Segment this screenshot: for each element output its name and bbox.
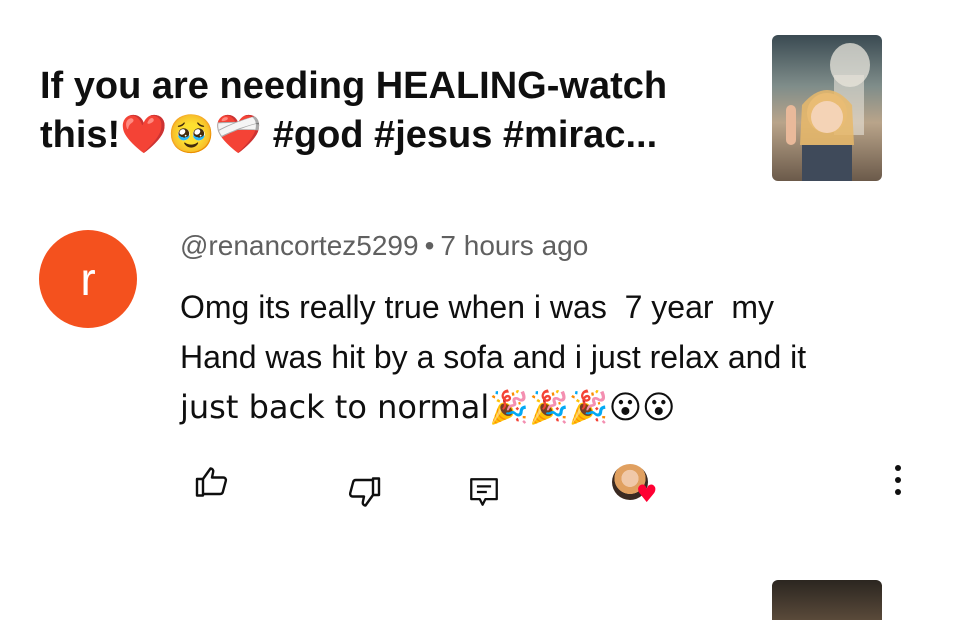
- comment-meta: @renancortez5299 • 7 hours ago: [180, 230, 588, 262]
- meta-separator: •: [424, 230, 435, 261]
- comment-time[interactable]: 7 hours ago: [440, 230, 588, 261]
- video-title[interactable]: If you are needing HEALING-watch this!❤️…: [40, 62, 740, 159]
- avatar[interactable]: r: [39, 230, 137, 328]
- creator-heart: ♥: [612, 464, 662, 508]
- comment-author[interactable]: @renancortez5299: [180, 230, 419, 261]
- thumbs-down-icon: [348, 477, 381, 507]
- more-vertical-icon: [895, 465, 901, 495]
- video-title-emojis: ❤️🥹❤️‍🩹: [120, 112, 263, 156]
- avatar-letter: r: [80, 253, 96, 305]
- thumbs-up-icon: [195, 467, 228, 497]
- reply-button[interactable]: [462, 470, 506, 514]
- comment-text: Omg its really true when i was 7 year my…: [180, 282, 900, 432]
- next-video-thumbnail[interactable]: [772, 580, 882, 620]
- video-title-line2-suffix: #god #jesus #mirac...: [262, 114, 658, 156]
- comment-line-1: Omg its really true when i was 7 year my: [180, 289, 774, 325]
- comment-line-3: just back to normal🎉🎉🎉😮😮: [180, 388, 676, 426]
- reply-icon: [470, 478, 498, 506]
- video-title-line1: If you are needing HEALING-watch: [40, 65, 668, 107]
- more-options-button[interactable]: [880, 458, 916, 502]
- comment-line-2: Hand was hit by a sofa and i just relax …: [180, 339, 807, 375]
- video-thumbnail[interactable]: [772, 35, 882, 181]
- video-title-line2-prefix: this!: [40, 114, 121, 156]
- dislike-button[interactable]: [342, 470, 386, 514]
- thumbnail-art: [786, 43, 870, 181]
- like-button[interactable]: [190, 460, 234, 504]
- creator-heart-icon: ♥: [636, 480, 658, 508]
